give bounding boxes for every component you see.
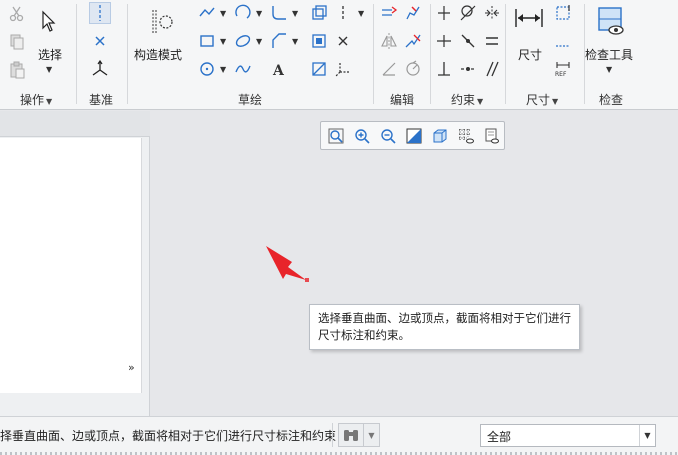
project-icon[interactable] [308, 58, 330, 80]
chamfer-icon[interactable] [268, 30, 290, 52]
zoom-out-icon[interactable] [377, 125, 399, 147]
datum-display-icon[interactable] [455, 125, 477, 147]
datum-point-icon[interactable] [89, 30, 111, 52]
panel-header [0, 111, 150, 137]
group-label-constraint[interactable]: 约束 ▼ [451, 91, 483, 108]
horizontal-constraint-icon[interactable] [433, 30, 455, 52]
rectangle-dropdown-icon[interactable]: ▼ [220, 37, 226, 46]
modify-icon[interactable] [378, 2, 400, 24]
corner-icon[interactable] [378, 58, 400, 80]
copy-icon[interactable] [6, 31, 28, 53]
text-icon[interactable]: A [268, 58, 290, 80]
group-constraint: 约束 ▼ [431, 0, 505, 110]
construction-mode-label[interactable]: 构造模式 [134, 46, 182, 63]
zoom-in-icon[interactable] [351, 125, 373, 147]
ribbon: 选择 ▼ 操作 ▼ 基准 构造模式 ▼ ▼ ▼ ▼ ▼ ▼ ▼ ▼ A 草绘 编… [0, 0, 678, 110]
display-style-icon[interactable] [429, 125, 451, 147]
sketch-display-icon[interactable] [481, 125, 503, 147]
rectangle-icon[interactable] [196, 30, 218, 52]
chamfer-dropdown-icon[interactable]: ▼ [292, 37, 298, 46]
arc-icon[interactable] [232, 2, 254, 24]
repaint-icon[interactable] [403, 125, 425, 147]
circle-icon[interactable] [196, 58, 218, 80]
model-tree-area[interactable] [0, 138, 142, 393]
fillet-icon[interactable] [268, 2, 290, 24]
midpoint-constraint-icon[interactable] [457, 30, 479, 52]
line-dropdown-icon[interactable]: ▼ [220, 9, 226, 18]
vertical-constraint-icon[interactable] [433, 2, 455, 24]
svg-text:REF: REF [555, 71, 567, 78]
equal-constraint-icon[interactable] [481, 30, 503, 52]
inspect-tool-icon[interactable] [595, 4, 627, 38]
expand-icon[interactable]: » [128, 361, 135, 374]
offset-icon[interactable] [308, 2, 330, 24]
arc-dropdown-icon[interactable]: ▼ [256, 9, 262, 18]
point-icon[interactable] [332, 30, 354, 52]
select-cursor-icon[interactable] [36, 8, 62, 36]
svg-text:A: A [272, 63, 285, 78]
thicken-icon[interactable] [308, 30, 330, 52]
group-edit: 编辑 [374, 0, 430, 110]
perpendicular-constraint-icon[interactable] [433, 58, 455, 80]
baseline-icon[interactable] [552, 30, 574, 52]
separator [332, 423, 333, 447]
group-datum: 基准 [77, 0, 127, 110]
status-message: 择垂直曲面、边或顶点，截面将相对于它们进行尺寸标注和约束 [0, 429, 337, 443]
delete-segment-icon[interactable] [402, 2, 424, 24]
group-label-datum: 基准 [89, 93, 114, 107]
group-label-dimension[interactable]: 尺寸 ▼ [526, 91, 558, 108]
rotate-resize-icon[interactable] [402, 58, 424, 80]
inspect-tool-label[interactable]: 检查工具 [585, 46, 633, 63]
dimension-icon[interactable] [512, 4, 546, 32]
group-operations: 选择 ▼ 操作 ▼ [0, 0, 76, 110]
red-pointer-arrow [266, 246, 309, 282]
centerline-sketch-icon[interactable] [332, 2, 354, 24]
group-sketch: 构造模式 ▼ ▼ ▼ ▼ ▼ ▼ ▼ ▼ A 草绘 [128, 0, 373, 110]
coincident-constraint-icon[interactable] [457, 58, 479, 80]
coordinate-system-icon[interactable] [89, 58, 111, 80]
binoculars-icon [339, 427, 363, 443]
paste-icon[interactable] [6, 59, 28, 81]
chevron-down-icon[interactable]: ▼ [639, 425, 655, 446]
select-dropdown-icon[interactable]: ▼ [46, 65, 52, 74]
group-inspect: 检查工具 ▼ 检查 [585, 0, 678, 110]
spline-icon[interactable] [232, 58, 254, 80]
tangent-constraint-icon[interactable] [457, 2, 479, 24]
centerline-dropdown-icon[interactable]: ▼ [358, 9, 364, 18]
view-toolbar [320, 121, 505, 150]
model-tree-panel: » [0, 111, 150, 416]
graphics-area[interactable] [151, 111, 678, 416]
refit-icon[interactable] [325, 125, 347, 147]
inspect-dropdown-icon[interactable]: ▼ [606, 65, 612, 74]
construction-mode-icon[interactable] [146, 6, 176, 38]
mirror-icon[interactable] [378, 30, 400, 52]
circle-dropdown-icon[interactable]: ▼ [220, 65, 226, 74]
find-button[interactable]: ▼ [338, 423, 380, 447]
symmetric-constraint-icon[interactable] [481, 2, 503, 24]
selection-tooltip: 选择垂直曲面、边或顶点，截面将相对于它们进行尺寸标注和约束。 [309, 304, 580, 350]
ellipse-icon[interactable] [232, 30, 254, 52]
line-icon[interactable] [196, 2, 218, 24]
group-dimension: 尺寸 REF 尺寸 ▼ [506, 0, 584, 110]
cut-icon[interactable] [6, 3, 28, 25]
status-bar: 择垂直曲面、边或顶点，截面将相对于它们进行尺寸标注和约束 ▼ 全部 ▼ [0, 416, 678, 455]
group-label-sketch: 草绘 [238, 93, 263, 107]
fillet-dropdown-icon[interactable]: ▼ [292, 9, 298, 18]
selection-filter-value: 全部 [487, 430, 512, 444]
coordinate-sketch-icon[interactable] [332, 58, 354, 80]
app-window: 选择 ▼ 操作 ▼ 基准 构造模式 ▼ ▼ ▼ ▼ ▼ ▼ ▼ ▼ A 草绘 编… [0, 0, 678, 455]
dimension-button-label[interactable]: 尺寸 [518, 46, 542, 63]
find-dropdown-icon[interactable]: ▼ [364, 431, 379, 440]
select-button-label[interactable]: 选择 [38, 46, 62, 63]
group-label-edit: 编辑 [390, 93, 415, 107]
group-label-inspect: 检查 [599, 93, 624, 107]
ellipse-dropdown-icon[interactable]: ▼ [256, 37, 262, 46]
group-label-operations[interactable]: 操作 ▼ [20, 91, 52, 108]
parallel-constraint-icon[interactable] [481, 58, 503, 80]
divide-icon[interactable] [402, 30, 424, 52]
centerline-icon[interactable] [89, 2, 111, 24]
selection-filter-select[interactable]: 全部 ▼ [480, 424, 656, 447]
reference-dimension-icon[interactable]: REF [552, 58, 574, 80]
perimeter-icon[interactable] [552, 2, 574, 24]
